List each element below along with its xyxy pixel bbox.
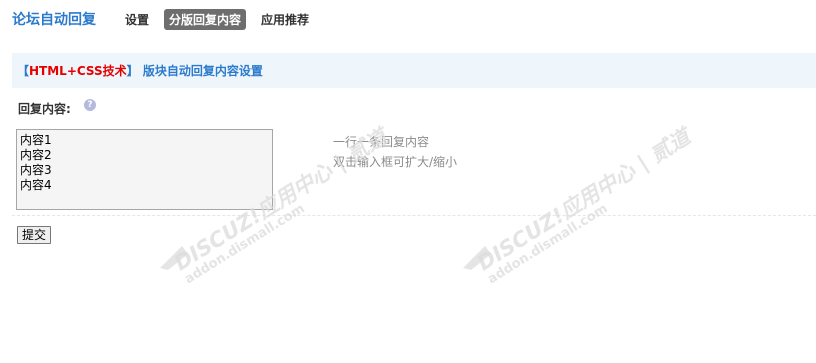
tip-line-1: 一行一条回复内容 (333, 135, 430, 149)
section-title-text: 版块自动回复内容设置 (138, 64, 263, 78)
submit-button[interactable]: 提交 (17, 226, 52, 244)
reply-tips: 一行一条回复内容 双击输入框可扩大/缩小 (333, 132, 457, 172)
section-bracket-open: 【 (17, 64, 30, 78)
top-nav: 论坛自动回复 设置 分版回复内容 应用推荐 (12, 8, 324, 30)
reply-content-textarea[interactable] (16, 129, 273, 210)
watermark-url: addon.dismall.com (485, 201, 611, 288)
section-bracket-close: 】 (126, 64, 139, 78)
tab-app-recommend[interactable]: 应用推荐 (256, 9, 314, 30)
tip-line-2: 双击输入框可扩大/缩小 (333, 155, 458, 169)
watermark-brand: DISCUZ!应用中心 | 贰道 (473, 124, 695, 276)
tab-forum-reply-content[interactable]: 分版回复内容 (164, 8, 247, 30)
tab-settings[interactable]: 设置 (120, 9, 154, 30)
section-header: 【HTML+CSS技术】 版块自动回复内容设置 (12, 53, 816, 88)
divider (12, 215, 816, 216)
question-bubble-icon[interactable]: ? (84, 99, 96, 111)
section-forum-name: HTML+CSS技术 (29, 64, 127, 78)
watermark-logo-icon (463, 246, 491, 270)
reply-content-label: 回复内容: (18, 102, 71, 116)
section-title: 【HTML+CSS技术】 版块自动回复内容设置 (17, 62, 263, 79)
watermark-logo-icon (160, 246, 188, 270)
watermark-right: DISCUZ!应用中心 | 贰道 addon.dismall.com (473, 125, 702, 288)
app-title[interactable]: 论坛自动回复 (12, 9, 96, 29)
